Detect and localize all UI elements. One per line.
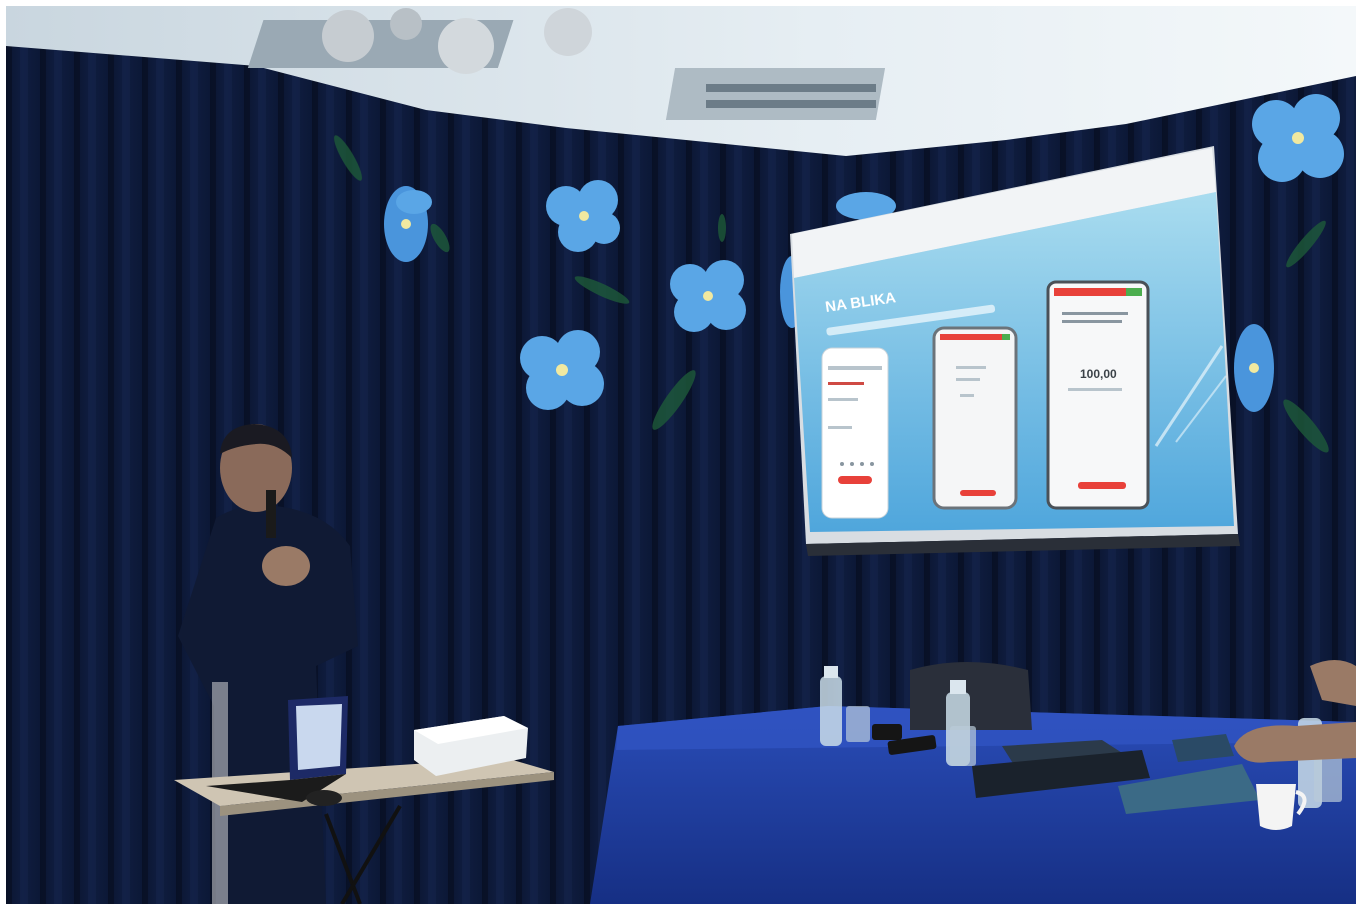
phone-mockup-3: 100,00 xyxy=(1046,280,1150,510)
slide-amount: 100,00 xyxy=(1080,367,1117,381)
phone-mockup-2 xyxy=(932,326,1018,510)
chair xyxy=(910,662,1032,730)
mouse xyxy=(306,790,342,806)
phone-mockup-1 xyxy=(821,347,889,519)
photo-frame: NA BLIKA 100,00 xyxy=(6,6,1356,904)
